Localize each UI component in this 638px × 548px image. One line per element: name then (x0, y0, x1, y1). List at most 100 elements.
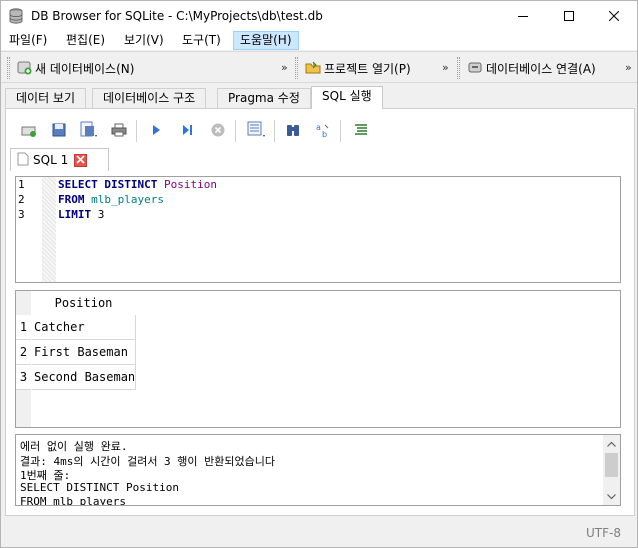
new-tab-icon (21, 122, 37, 141)
table-cell[interactable]: Second Baseman (32, 365, 136, 390)
message-line: FROM mlb_players (20, 495, 126, 506)
app-window: DB Browser for SQLite - C:\MyProjects\db… (0, 0, 638, 548)
line-number: 2 (18, 193, 25, 206)
stop-execution-button[interactable] (207, 120, 229, 142)
menu-view[interactable]: 보기(V) (118, 31, 170, 50)
new-database-label: 새 데이터베이스(N) (35, 61, 135, 76)
find-button[interactable] (282, 120, 304, 142)
toolbar-separator (340, 120, 341, 142)
print-button[interactable] (108, 120, 130, 142)
binoculars-icon (285, 122, 301, 141)
menu-tools[interactable]: 도구(T) (176, 31, 227, 50)
message-line: 에러 없이 실행 완료. (20, 440, 128, 453)
code-line: LIMIT 3 (58, 208, 104, 221)
sql-editor[interactable]: 1 2 3 SELECT DISTINCT Position FROM mlb_… (15, 176, 621, 283)
open-project-button[interactable]: 프로젝트 열기(P) (305, 57, 411, 79)
play-icon (150, 124, 162, 139)
sql-tab[interactable]: SQL 1 (10, 148, 109, 171)
menu-edit[interactable]: 편집(E) (60, 31, 111, 50)
table-cell[interactable]: Catcher (32, 315, 136, 340)
open-sql-file-button[interactable] (48, 120, 70, 142)
minimize-icon (518, 11, 528, 21)
tab-edit-pragmas[interactable]: Pragma 수정 (217, 88, 311, 108)
sql-number: 3 (97, 208, 105, 221)
main-toolbar: 새 데이터베이스(N) » 프로젝트 열기(P) » 데이터베이스 연결(A) … (1, 51, 637, 83)
tab-database-structure[interactable]: 데이터베이스 구조 (92, 88, 207, 108)
tab-execute-sql[interactable]: SQL 실행 (311, 86, 383, 109)
scroll-down-button[interactable] (603, 488, 620, 505)
toolbar-separator (274, 120, 275, 142)
menu-bar: 파일(F) 편집(E) 보기(V) 도구(T) 도움말(H) (1, 31, 637, 50)
find-replace-icon: ab (315, 122, 331, 141)
code-line: SELECT DISTINCT Position (58, 178, 217, 191)
close-icon (609, 11, 619, 21)
find-replace-button[interactable]: ab (312, 120, 334, 142)
sql-keyword: SELECT DISTINCT (58, 178, 158, 191)
toolbar-overflow-2[interactable]: » (442, 61, 449, 74)
title-bar: DB Browser for SQLite - C:\MyProjects\db… (1, 1, 637, 31)
row-number[interactable]: 3 (16, 365, 31, 390)
maximize-icon (564, 11, 574, 21)
code-line: FROM mlb_players (58, 193, 164, 206)
maximize-button[interactable] (546, 1, 592, 31)
row-number[interactable]: 1 (16, 315, 31, 340)
row-number[interactable]: 2 (16, 340, 31, 365)
open-project-label: 프로젝트 열기(P) (324, 61, 411, 76)
step-icon (181, 124, 193, 139)
line-number: 1 (18, 178, 25, 191)
sql-keyword: FROM (58, 193, 85, 206)
table-cell[interactable]: First Baseman (32, 340, 136, 365)
vertical-scrollbar[interactable] (603, 435, 620, 505)
status-bar: UTF-8 (1, 519, 637, 547)
scrollbar-thumb[interactable] (605, 453, 618, 477)
toolbar-overflow-1[interactable]: » (281, 61, 288, 74)
toolbar-grip[interactable] (7, 57, 10, 79)
sql-tab-label: SQL 1 (33, 153, 69, 167)
toolbar-overflow-3[interactable]: » (625, 61, 632, 74)
scroll-up-button[interactable] (603, 435, 620, 452)
new-database-button[interactable]: 새 데이터베이스(N) (16, 57, 134, 79)
toolbar-separator (235, 120, 236, 142)
toolbar-grip[interactable] (295, 57, 298, 79)
comment-block-button[interactable] (350, 120, 372, 142)
execute-sql-panel: ab SQL 1 1 2 3 SELECT DISTINCT Position … (5, 108, 635, 516)
minimize-button[interactable] (500, 1, 546, 31)
project-icon (305, 59, 324, 78)
close-tab-button[interactable] (74, 153, 88, 167)
message-pane[interactable]: 에러 없이 실행 완료. 결과: 4ms의 시간이 걸려서 3 행이 반환되었습… (15, 434, 621, 506)
toolbar-grip[interactable] (457, 57, 460, 79)
save-file-icon (79, 121, 99, 142)
stop-icon (211, 123, 225, 140)
attach-database-label: 데이터베이스 연결(A) (486, 61, 596, 76)
save-results-icon (247, 121, 267, 142)
sql-table-name: mlb_players (91, 193, 164, 206)
tab-browse-data[interactable]: 데이터 보기 (5, 88, 87, 108)
attach-database-button[interactable]: 데이터베이스 연결(A) (467, 57, 596, 79)
line-number: 3 (18, 208, 25, 221)
open-tab-button[interactable] (18, 120, 40, 142)
save-results-button[interactable] (246, 120, 268, 142)
fold-margin[interactable] (42, 177, 56, 282)
execute-current-line-button[interactable] (176, 120, 198, 142)
close-icon (76, 153, 85, 167)
sql-file-icon (17, 152, 29, 169)
close-window-button[interactable] (591, 1, 637, 31)
attach-database-icon (467, 59, 486, 78)
window-title: DB Browser for SQLite - C:\MyProjects\db… (31, 9, 323, 23)
line-number-gutter: 1 2 3 (16, 177, 42, 282)
svg-text:b: b (322, 130, 327, 138)
database-icon (9, 8, 23, 24)
comment-lines-icon (354, 123, 368, 140)
message-line: SELECT DISTINCT Position (20, 481, 179, 494)
execute-all-button[interactable] (145, 120, 167, 142)
column-header[interactable]: Position (32, 291, 135, 315)
sql-keyword: LIMIT (58, 208, 92, 221)
new-database-icon (16, 59, 35, 78)
menu-file[interactable]: 파일(F) (3, 31, 53, 50)
open-file-icon (51, 122, 67, 141)
menu-help[interactable]: 도움말(H) (233, 31, 299, 50)
results-grid[interactable]: Position 1 Catcher 2 First Baseman 3 Sec… (15, 290, 621, 428)
save-sql-file-button[interactable] (78, 120, 100, 142)
print-icon (111, 122, 127, 141)
main-tabs: 데이터 보기 데이터베이스 구조 Pragma 수정 SQL 실행 (5, 86, 635, 109)
